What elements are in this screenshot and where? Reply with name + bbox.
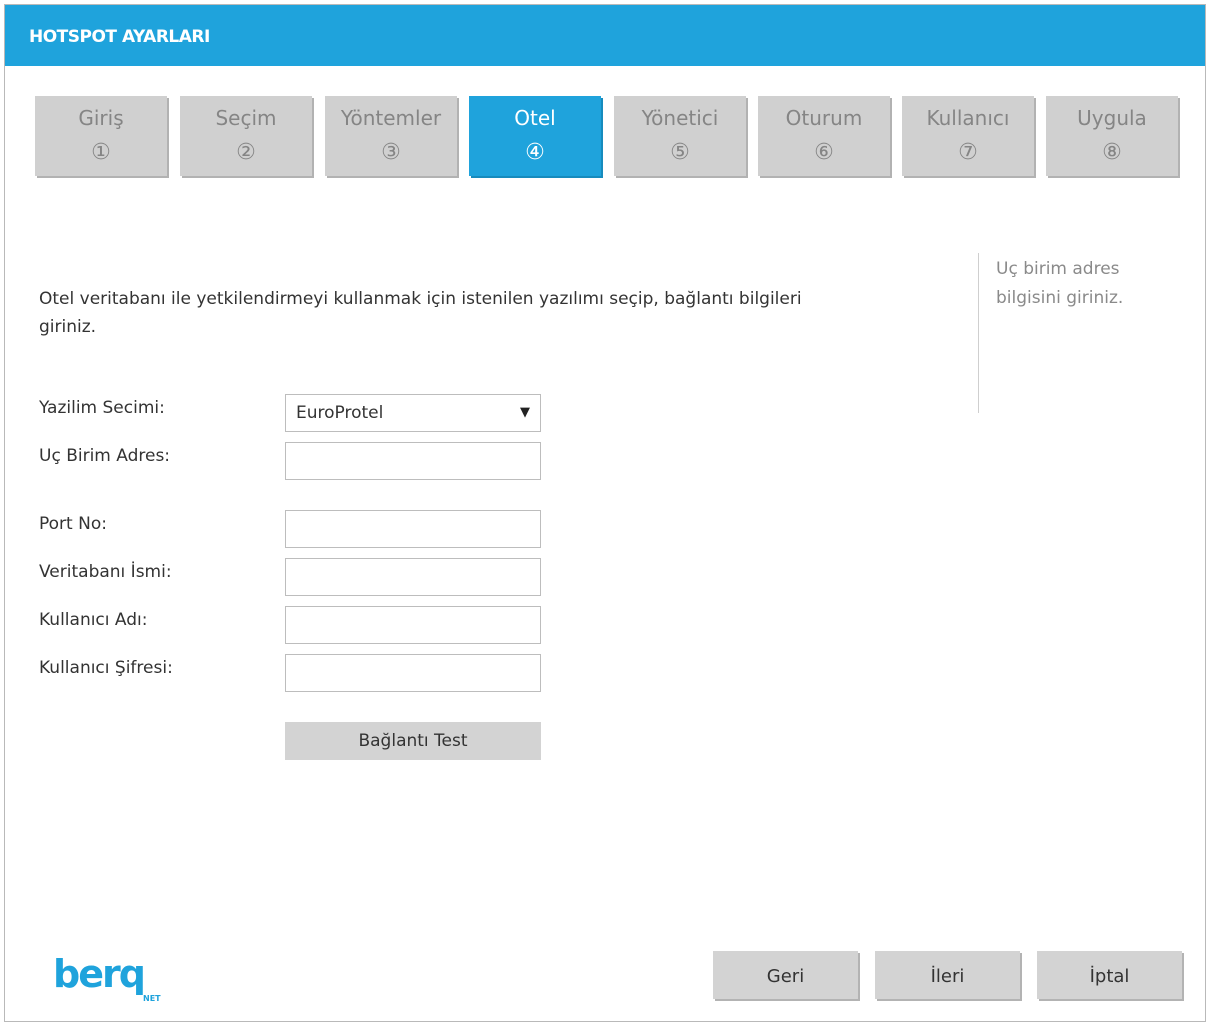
chevron-down-icon: ▼ [520, 405, 530, 420]
software-label: Yazilim Secimi: [39, 398, 165, 418]
database-input[interactable] [285, 558, 541, 596]
back-button[interactable]: Geri [713, 951, 858, 999]
tab-uygula[interactable]: Uygula ⑧ [1046, 96, 1178, 176]
username-label: Kullanıcı Adı: [39, 610, 148, 630]
hint-text: Uç birim adres bilgisini giriniz. [996, 259, 1124, 308]
cancel-button[interactable]: İptal [1037, 951, 1182, 999]
berq-logo: berq NET [51, 949, 171, 1005]
step-number-icon: ② [236, 140, 256, 165]
tab-secim[interactable]: Seçim ② [180, 96, 312, 176]
address-input[interactable] [285, 442, 541, 480]
logo-text: berq [53, 952, 144, 996]
database-label: Veritabanı İsmi: [39, 562, 172, 582]
intro-text: Otel veritabanı ile yetkilendirmeyi kull… [39, 289, 802, 337]
tab-label: Yönetici [641, 106, 719, 130]
connection-test-button[interactable]: Bağlantı Test [285, 722, 541, 760]
hotspot-settings-window: HOTSPOT AYARLARI Giriş ① Seçim ② Yönteml… [4, 4, 1206, 1022]
step-number-icon: ① [91, 140, 111, 165]
password-label: Kullanıcı Şifresi: [39, 658, 173, 678]
tab-giris[interactable]: Giriş ① [35, 96, 167, 176]
title-bar: HOTSPOT AYARLARI [5, 5, 1205, 66]
step-number-icon: ⑤ [670, 140, 690, 165]
port-label: Port No: [39, 514, 107, 534]
tab-label: Otel [514, 106, 556, 130]
tab-kullanici[interactable]: Kullanıcı ⑦ [902, 96, 1034, 176]
tab-yonetici[interactable]: Yönetici ⑤ [614, 96, 746, 176]
tab-label: Giriş [78, 106, 124, 130]
tab-oturum[interactable]: Oturum ⑥ [758, 96, 890, 176]
software-select-value: EuroProtel [296, 403, 384, 423]
tab-yontemler[interactable]: Yöntemler ③ [325, 96, 457, 176]
step-number-icon: ④ [525, 140, 545, 165]
step-number-icon: ⑧ [1102, 140, 1122, 165]
tab-label: Oturum [785, 106, 863, 130]
password-input[interactable] [285, 654, 541, 692]
step-number-icon: ⑥ [814, 140, 834, 165]
address-label: Uç Birim Adres: [39, 446, 171, 466]
port-input[interactable] [285, 510, 541, 548]
step-number-icon: ⑦ [958, 140, 978, 165]
window-title: HOTSPOT AYARLARI [29, 27, 210, 47]
hint-divider [978, 253, 979, 413]
tab-label: Uygula [1077, 106, 1147, 130]
tab-otel[interactable]: Otel ④ [469, 96, 601, 176]
step-number-icon: ③ [381, 140, 401, 165]
tab-label: Yöntemler [340, 106, 442, 130]
logo-subtext: NET [143, 994, 161, 1003]
software-select[interactable]: EuroProtel ▼ [285, 394, 541, 432]
tab-label: Kullanıcı [926, 106, 1010, 130]
next-button[interactable]: İleri [875, 951, 1020, 999]
username-input[interactable] [285, 606, 541, 644]
tab-label: Seçim [215, 106, 277, 130]
